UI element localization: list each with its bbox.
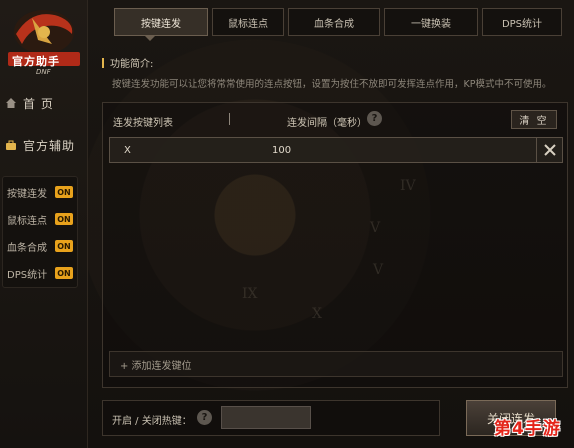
toolbox-icon bbox=[6, 140, 16, 150]
watermark: 第4手游 bbox=[494, 419, 561, 439]
sidebar: 官方助手 DNF 首 页 官方辅助 按键连发 ON 鼠标连点 ON 血条合成 O… bbox=[0, 0, 88, 448]
assist-submenu: 按键连发 ON 鼠标连点 ON 血条合成 ON DPS统计 ON bbox=[2, 176, 78, 288]
on-badge[interactable]: ON bbox=[55, 267, 73, 279]
sidebar-item-home[interactable]: 首 页 bbox=[0, 86, 88, 120]
on-badge[interactable]: ON bbox=[55, 186, 73, 198]
tab-outfit-swap[interactable]: 一键换装 bbox=[384, 8, 478, 36]
submenu-label: 按键连发 bbox=[7, 188, 47, 200]
help-icon[interactable]: ? bbox=[197, 410, 212, 425]
close-icon bbox=[543, 144, 556, 156]
on-badge[interactable]: ON bbox=[55, 213, 73, 225]
submenu-item-hp-bar[interactable]: 血条合成 ON bbox=[3, 233, 79, 259]
add-key-button[interactable]: + 添加连发键位 bbox=[109, 351, 563, 377]
submenu-label: 血条合成 bbox=[7, 242, 47, 254]
row-key-value: X bbox=[124, 145, 131, 156]
clear-button[interactable]: 清 空 bbox=[511, 110, 557, 129]
submenu-label: DPS统计 bbox=[7, 269, 48, 281]
intro-title: 功能简介: bbox=[102, 55, 153, 70]
hotkey-bar: 开启 / 关闭热键： ? bbox=[102, 400, 440, 436]
tab-hp-bar[interactable]: 血条合成 bbox=[288, 8, 380, 36]
intro-title-text: 功能简介: bbox=[110, 59, 154, 70]
intro-description: 按键连发功能可以让您将常常使用的连点按钮，设置为按住不放即可发挥连点作用，KP模… bbox=[112, 79, 552, 90]
hotkey-label: 开启 / 关闭热键： bbox=[112, 416, 192, 427]
submenu-item-dps[interactable]: DPS统计 ON bbox=[3, 260, 79, 286]
tab-active-indicator bbox=[145, 36, 155, 41]
tab-bar: 按键连发 鼠标连点 血条合成 一键换装 DPS统计 bbox=[98, 0, 574, 38]
title-accent-bar bbox=[102, 57, 104, 68]
sidebar-item-label: 首 页 bbox=[23, 96, 54, 111]
delete-row-button[interactable] bbox=[536, 138, 562, 162]
column-interval: 连发间隔（毫秒） bbox=[287, 118, 367, 129]
home-icon bbox=[6, 98, 16, 108]
column-divider bbox=[229, 113, 230, 125]
column-key-list: 连发按键列表 bbox=[113, 118, 173, 129]
table-row[interactable]: X 100 bbox=[109, 137, 563, 163]
submenu-item-mouse-click[interactable]: 鼠标连点 ON bbox=[3, 206, 79, 232]
submenu-item-key-repeat[interactable]: 按键连发 ON bbox=[3, 179, 79, 205]
sidebar-item-assist[interactable]: 官方辅助 bbox=[0, 128, 88, 162]
tab-mouse-click[interactable]: 鼠标连点 bbox=[212, 8, 284, 36]
hotkey-input[interactable] bbox=[221, 406, 311, 429]
submenu-label: 鼠标连点 bbox=[7, 215, 47, 227]
logo-text: 官方助手 bbox=[12, 55, 60, 68]
tab-key-repeat[interactable]: 按键连发 bbox=[114, 8, 208, 36]
key-list-panel: 连发按键列表 连发间隔（毫秒） ? 清 空 X 100 + 添加连发键位 bbox=[102, 102, 568, 388]
logo: 官方助手 DNF bbox=[2, 4, 86, 78]
row-interval-value[interactable]: 100 bbox=[272, 145, 291, 156]
on-badge[interactable]: ON bbox=[55, 240, 73, 252]
sidebar-item-label: 官方辅助 bbox=[23, 138, 76, 153]
tab-dps[interactable]: DPS统计 bbox=[482, 8, 562, 36]
help-icon[interactable]: ? bbox=[367, 111, 382, 126]
logo-sub: DNF bbox=[36, 68, 51, 76]
app-window: IV V X IX V 官方助手 DNF 首 页 官方辅助 按键连发 ON 鼠标… bbox=[0, 0, 574, 448]
list-header: 连发按键列表 连发间隔（毫秒） ? 清 空 bbox=[103, 103, 567, 135]
